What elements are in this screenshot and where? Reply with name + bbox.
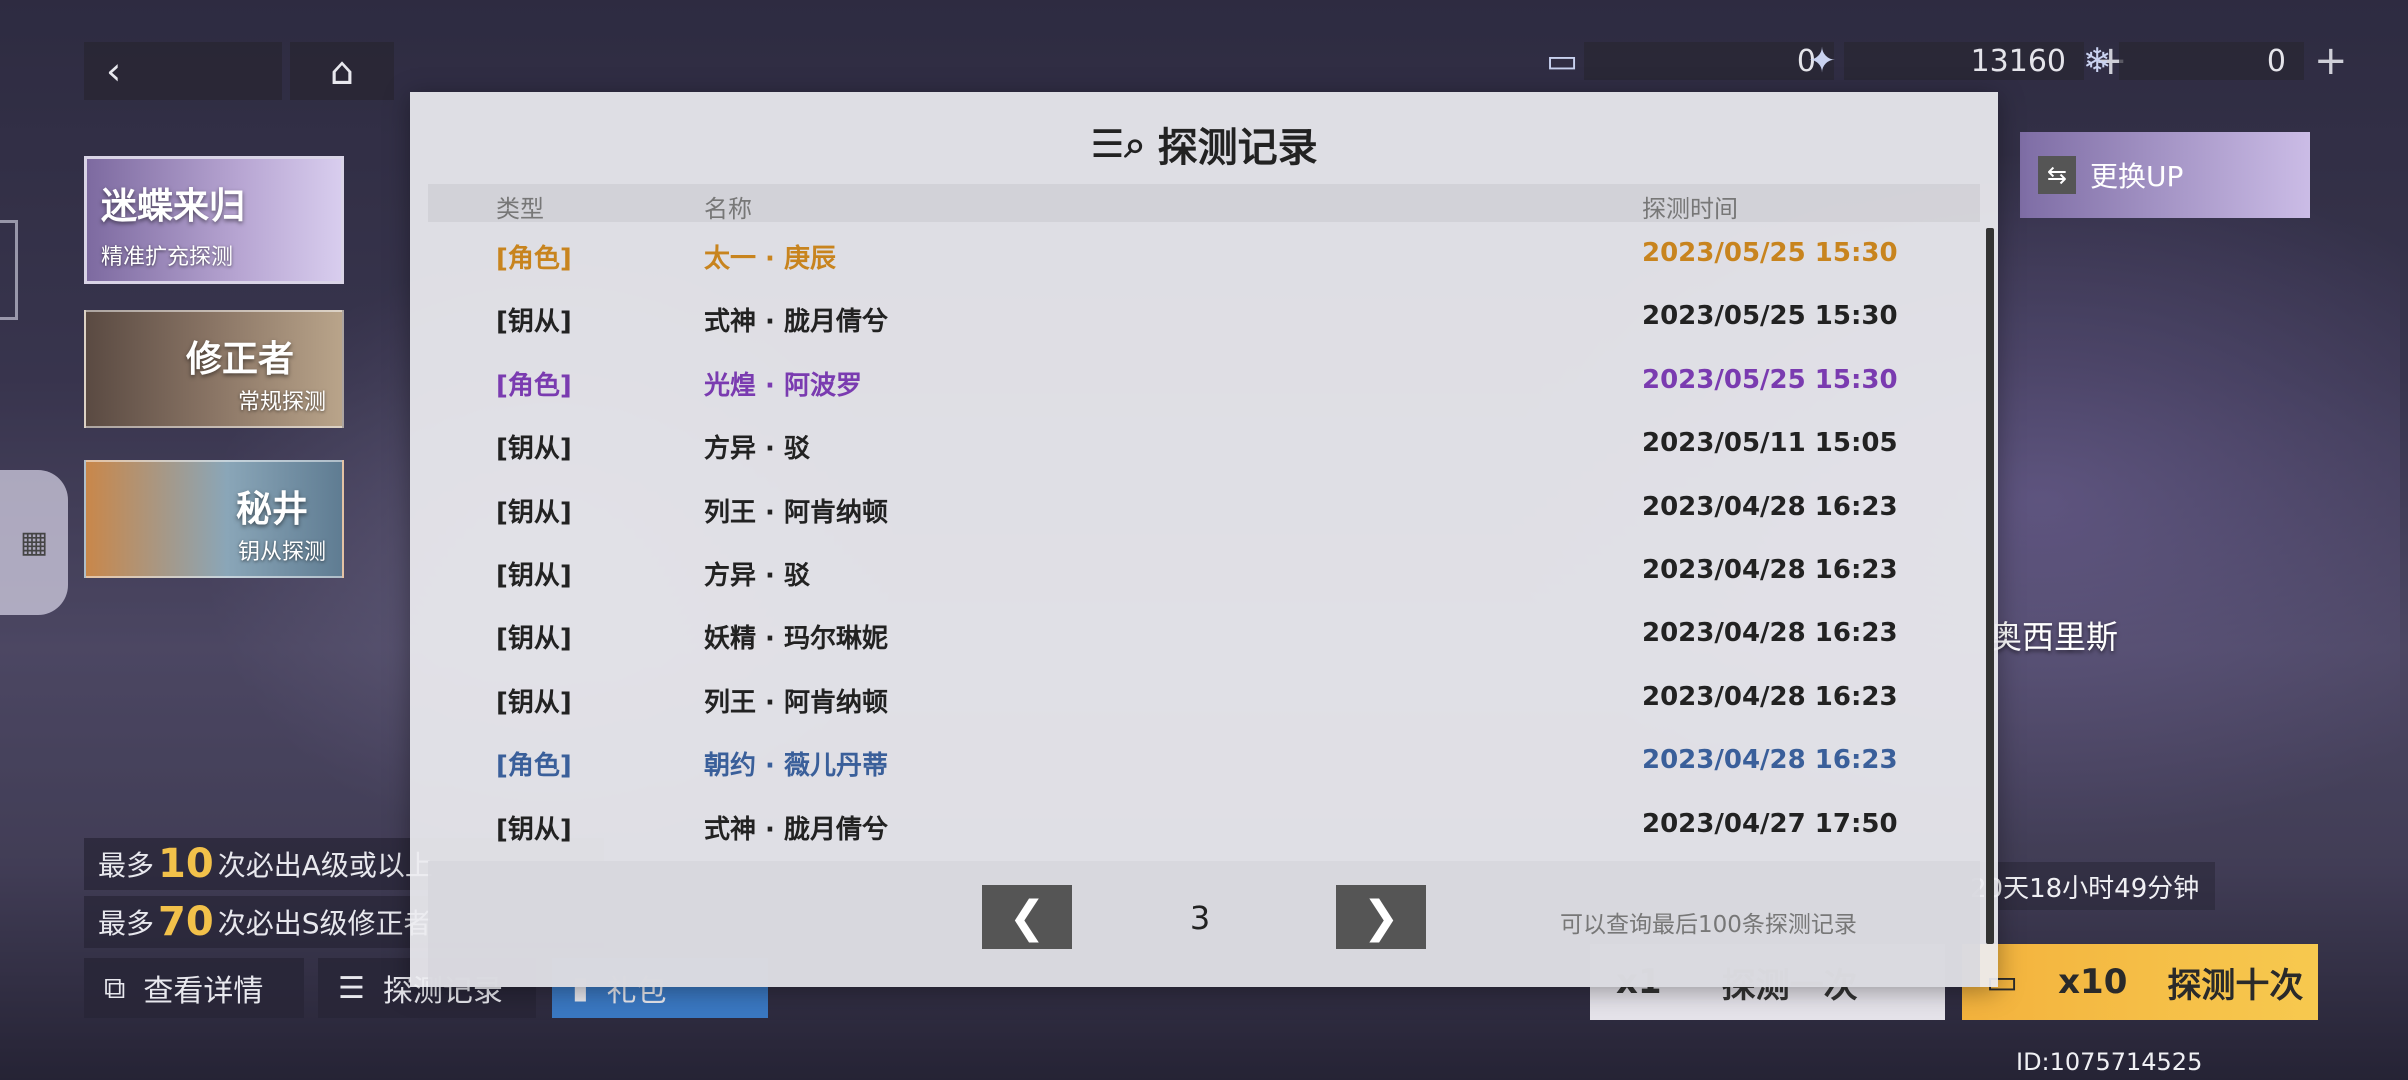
record-time: 2023/04/28 16:23 — [1642, 491, 1898, 522]
record-type: [角色] — [496, 244, 572, 274]
crystal-icon: ✦ — [1807, 41, 1837, 81]
table-row: [钥从] 列王 · 阿肯纳顿 2023/04/28 16:23 — [428, 476, 1980, 539]
list-icon: ☰ — [338, 970, 365, 1006]
record-time: 2023/05/11 15:05 — [1642, 428, 1898, 459]
record-time: 2023/05/25 15:30 — [1642, 238, 1898, 268]
record-time: 2023/04/28 16:23 — [1642, 681, 1898, 712]
record-type: [角色] — [496, 751, 572, 782]
records-scrollbar[interactable] — [1986, 228, 1994, 944]
user-id: ID:1075714525 — [2016, 1048, 2203, 1076]
left-hex-decoration — [0, 220, 18, 320]
record-time: 2023/04/27 17:50 — [1642, 808, 1898, 839]
banner-title: 修正者 — [186, 339, 295, 380]
header-type: 类型 — [496, 195, 544, 223]
banner-subtitle: 精准扩充探测 — [101, 245, 234, 270]
record-type: [钥从] — [496, 434, 572, 465]
table-row: [钥从] 妖精 · 玛尔琳妮 2023/04/28 16:23 — [428, 602, 1980, 665]
table-row: [角色] 太一 · 庚辰 2023/05/25 15:30 — [428, 222, 1980, 285]
banner-subtitle: 钥从探测 — [237, 540, 326, 565]
view-details-button[interactable]: ⧉ 查看详情 — [84, 958, 304, 1018]
header-time: 探测时间 — [1642, 195, 1738, 223]
details-icon: ⧉ — [104, 970, 126, 1006]
record-name: 太一 · 庚辰 — [704, 244, 836, 274]
record-type: [角色] — [496, 370, 572, 401]
back-arrow-icon: ‹ — [106, 49, 122, 93]
record-type: [钥从] — [496, 307, 572, 338]
resource-snowflake: ❄ 0 + — [2075, 38, 2348, 84]
resource-crystal-value: 13160 — [1844, 42, 2084, 80]
record-name: 朝约 · 薇儿丹蒂 — [704, 751, 888, 782]
record-time: 2023/05/25 15:30 — [1642, 301, 1898, 332]
record-name: 列王 · 阿肯纳顿 — [704, 687, 888, 718]
table-row: [钥从] 式神 · 胧月倩兮 2023/04/27 17:50 — [428, 793, 1980, 856]
table-header: 类型 名称 探测时间 — [428, 184, 1980, 223]
header-name: 名称 — [704, 195, 752, 223]
records-modal: ☰⌕ 探测记录 类型 名称 探测时间 [角色] 太一 · 庚辰 2023/05/25… — [410, 92, 1998, 987]
table-row: [角色] 朝约 · 薇儿丹蒂 2023/04/28 16:23 — [428, 729, 1980, 792]
record-name: 列王 · 阿肯纳顿 — [704, 497, 888, 528]
table-row: [角色] 光煌 · 阿波罗 2023/05/25 15:30 — [428, 349, 1980, 412]
record-type: [钥从] — [496, 687, 572, 718]
home-button[interactable]: ⌂ — [290, 42, 394, 100]
record-name: 式神 · 胧月倩兮 — [704, 307, 888, 338]
record-name: 方异 · 驳 — [704, 560, 810, 591]
ticket-icon: ▭ — [1545, 41, 1579, 81]
record-time: 2023/04/28 16:23 — [1642, 554, 1898, 585]
home-icon: ⌂ — [329, 49, 355, 93]
table-row: [钥从] 方异 · 驳 2023/05/11 15:05 — [428, 412, 1980, 475]
featured-character-name: 奥西里斯 — [1990, 618, 2119, 656]
record-search-icon: ☰⌕ — [1090, 121, 1146, 166]
banner-secret-well[interactable]: 秘井 钥从探测 — [84, 460, 344, 578]
record-time: 2023/05/25 15:30 — [1642, 364, 1898, 395]
records-list: [角色] 太一 · 庚辰 2023/05/25 15:30 [钥从] 式神 · 胧月倩兮… — [428, 222, 1980, 856]
record-name: 式神 · 胧月倩兮 — [704, 814, 888, 845]
record-type: [钥从] — [496, 560, 572, 591]
record-name: 妖精 · 玛尔琳妮 — [704, 624, 888, 655]
table-row: [钥从] 列王 · 阿肯纳顿 2023/04/28 16:23 — [428, 666, 1980, 729]
swap-icon: ⇆ — [2038, 156, 2076, 194]
record-type: [钥从] — [496, 814, 572, 845]
draw-ten-button[interactable]: ▭ x10 探测十次 — [1962, 944, 2318, 1020]
resource-snowflake-value: 0 — [2119, 42, 2304, 80]
side-drawer-tab[interactable]: ▦ — [0, 470, 68, 615]
page-number: 3 — [1189, 899, 1211, 937]
pagination-footer: ❮ 3 ❯ 可以查询最后100条探测记录 — [428, 861, 1980, 987]
banner-midie[interactable]: 迷蝶来归 精准扩充探测 — [84, 156, 344, 284]
modal-title: ☰⌕ 探测记录 — [1090, 121, 1318, 172]
add-snowflake-button[interactable]: + — [2314, 38, 2348, 84]
resource-ticket: ▭ 0 — [1540, 41, 1834, 81]
back-button[interactable]: ‹ — [84, 42, 282, 100]
record-time: 2023/04/28 16:23 — [1642, 618, 1898, 649]
table-row: [钥从] 方异 · 驳 2023/04/28 16:23 — [428, 539, 1980, 602]
record-name: 方异 · 驳 — [704, 434, 810, 465]
record-name: 光煌 · 阿波罗 — [704, 370, 862, 401]
calendar-icon: ▦ — [19, 525, 49, 560]
record-time: 2023/04/28 16:23 — [1642, 745, 1898, 776]
next-page-button[interactable]: ❯ — [1336, 885, 1426, 949]
banner-title: 迷蝶来归 — [101, 186, 246, 227]
prev-page-button[interactable]: ❮ — [982, 885, 1072, 949]
snowflake-icon: ❄ — [2082, 41, 2112, 81]
records-limit-note: 可以查询最后100条探测记录 — [1560, 912, 1857, 938]
table-row: [钥从] 式神 · 胧月倩兮 2023/05/25 15:30 — [428, 285, 1980, 348]
record-type: [钥从] — [496, 497, 572, 528]
banner-timer: 20天18小时49分钟 — [1960, 862, 2215, 910]
record-type: [钥从] — [496, 624, 572, 655]
banner-title: 秘井 — [236, 489, 309, 530]
banner-corrector[interactable]: 修正者 常规探测 — [84, 310, 344, 428]
banner-subtitle: 常规探测 — [237, 390, 326, 415]
resource-ticket-value: 0 — [1584, 42, 1834, 80]
swap-up-button[interactable]: ⇆ 更换UP — [2020, 132, 2310, 218]
